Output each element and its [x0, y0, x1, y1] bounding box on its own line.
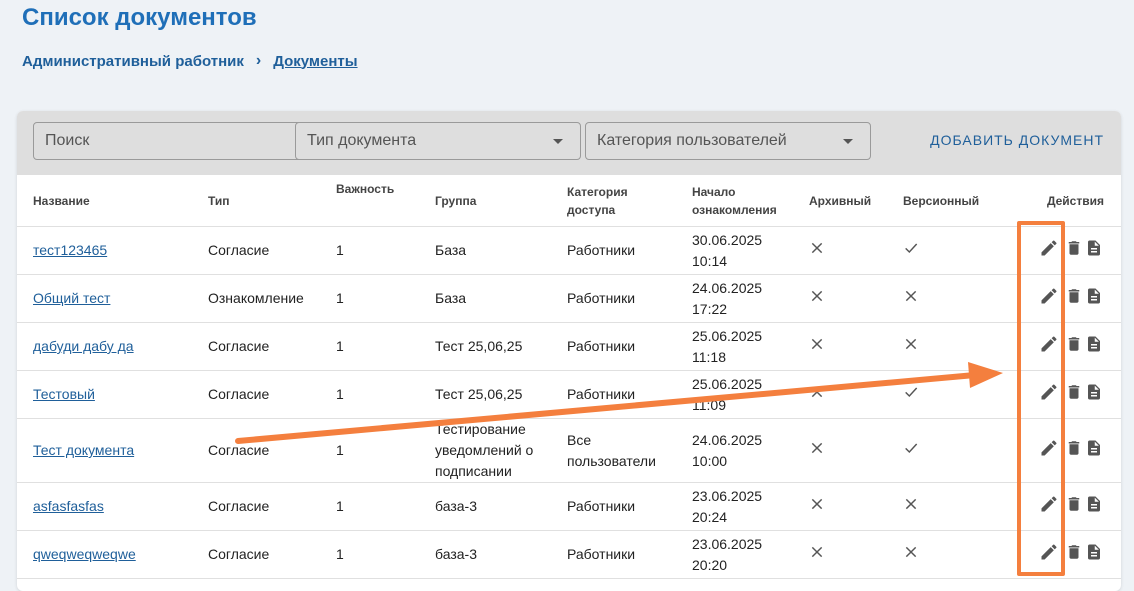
annotation-arrow	[235, 362, 1003, 444]
